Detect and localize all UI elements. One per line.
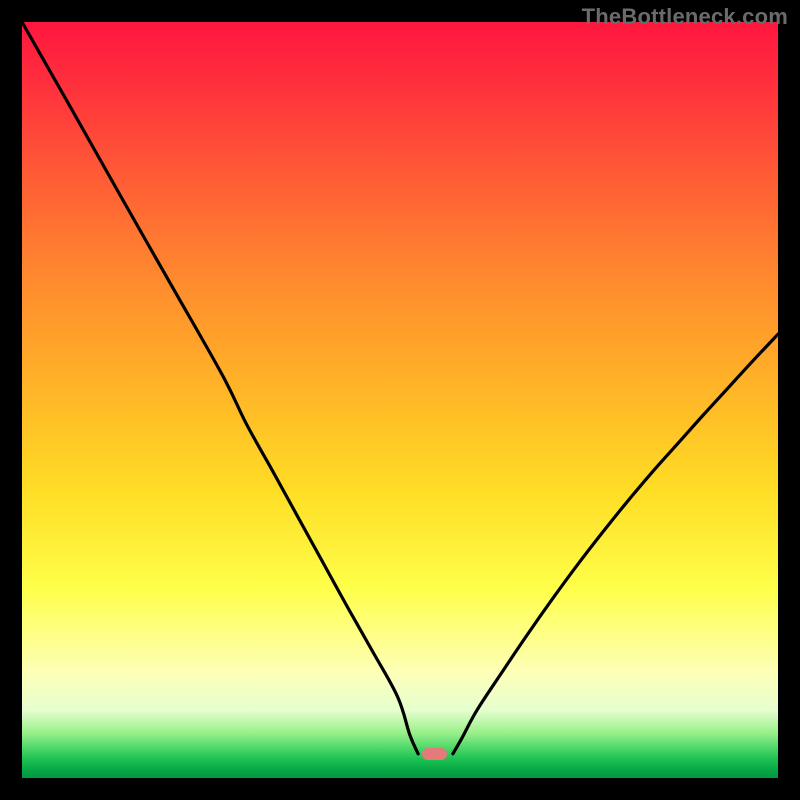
- curve-left-branch: [22, 22, 418, 754]
- optimal-marker-pill: [422, 748, 447, 760]
- bottleneck-curve: [22, 22, 778, 778]
- chart-frame: TheBottleneck.com: [0, 0, 800, 800]
- curve-right-branch: [453, 334, 778, 754]
- watermark-text: TheBottleneck.com: [582, 4, 788, 30]
- plot-area: [22, 22, 778, 778]
